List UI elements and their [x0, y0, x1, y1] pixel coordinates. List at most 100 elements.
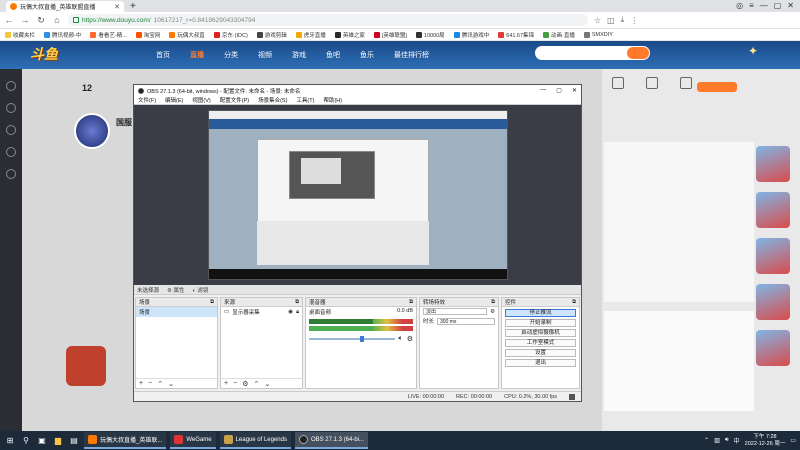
browser-tab[interactable]: 玩偶大叔直播_英雄联盟直播 ✕	[6, 1, 124, 12]
gear-icon[interactable]: ⚙	[407, 335, 413, 343]
scene-item[interactable]: 场景	[136, 307, 217, 317]
close-tab-icon[interactable]: ✕	[114, 3, 120, 11]
network-icon[interactable]: ▥	[714, 437, 720, 444]
bookmark-item[interactable]: 英雄之家	[334, 31, 365, 39]
gear-icon[interactable]: ⚙	[490, 309, 495, 315]
undock-icon[interactable]: ⧉	[210, 299, 214, 306]
remove-icon[interactable]: −	[233, 380, 237, 387]
settings-button[interactable]: 设置	[505, 349, 576, 357]
ad-banner[interactable]	[756, 238, 790, 274]
url-input[interactable]: https://www.douyu.com/ 10617217_r=0.8419…	[68, 14, 588, 26]
start-virtual-camera-button[interactable]: 启动虚拟摄像机	[505, 329, 576, 337]
maximize-icon[interactable]: ▢	[774, 1, 782, 10]
start-icon[interactable]: ⊞	[4, 435, 16, 447]
tray-chevron-icon[interactable]: ⌃	[704, 437, 709, 444]
close-window-icon[interactable]: ✕	[787, 1, 794, 10]
notification-icon[interactable]: ▭	[790, 437, 796, 444]
bookmark-item[interactable]: 京东·(IDC)	[213, 31, 248, 39]
undock-icon[interactable]: ⧉	[572, 299, 576, 306]
filters-button[interactable]: ◐ 滤镜	[193, 286, 209, 294]
close-icon[interactable]: ✕	[572, 87, 577, 94]
menu-icon[interactable]: ≡	[749, 1, 754, 10]
add-icon[interactable]: +	[139, 380, 143, 387]
tool-icon[interactable]	[612, 77, 624, 89]
menu-edit[interactable]: 编辑(E)	[165, 96, 183, 104]
move-down-icon[interactable]: ⌄	[264, 380, 270, 388]
forward-icon[interactable]: →	[20, 15, 30, 25]
bookmark-item[interactable]: 腾讯视频-中	[44, 31, 81, 39]
taskbar-app-obs[interactable]: OBS 27.1.3 (64-bi...	[294, 432, 368, 449]
nav-item[interactable]: 分类	[224, 50, 238, 60]
fans-button[interactable]	[697, 82, 737, 92]
duration-input[interactable]: 300 ms	[437, 317, 495, 325]
store-icon[interactable]: ▤	[68, 435, 80, 447]
move-down-icon[interactable]: ⌄	[168, 380, 174, 388]
minimize-icon[interactable]: —	[760, 1, 768, 10]
folder-icon[interactable]: ▆	[52, 435, 64, 447]
undock-icon[interactable]: ⧉	[409, 299, 413, 306]
studio-mode-button[interactable]: 工作室模式	[505, 339, 576, 347]
star-icon[interactable]: ☆	[594, 16, 601, 25]
bookmark-item[interactable]: 动画·直播	[543, 31, 575, 39]
volume-slider[interactable]	[309, 336, 395, 342]
settings-icon[interactable]: ⋮	[630, 16, 638, 25]
sidebar-icon[interactable]	[6, 147, 16, 157]
ad-banner[interactable]	[756, 330, 790, 366]
ad-banner[interactable]	[756, 284, 790, 320]
new-tab-icon[interactable]: +	[130, 1, 136, 12]
lock-icon[interactable]: 🔒︎	[296, 309, 299, 316]
bookmark-item[interactable]: 游戏剪辑	[256, 31, 287, 39]
search-icon[interactable]	[627, 47, 649, 59]
source-item[interactable]: ▭ 显示器采集 ◉ 🔒︎	[221, 307, 302, 317]
user-icon[interactable]: ◎	[736, 1, 743, 10]
ad-banner[interactable]	[756, 146, 790, 182]
minimize-icon[interactable]: —	[540, 87, 546, 94]
properties-button[interactable]: ⚙ 属性	[167, 286, 184, 294]
bookmark-item[interactable]: 看看艺-精...	[90, 31, 127, 39]
speaker-icon[interactable]: 🔈︎	[399, 335, 403, 343]
menu-profile[interactable]: 配置文件(P)	[220, 96, 249, 104]
exit-button[interactable]: 退出	[505, 359, 576, 367]
bookmark-item[interactable]: [英雄联盟]	[373, 31, 407, 39]
move-up-icon[interactable]: ⌃	[253, 380, 259, 388]
anchor-avatar[interactable]	[74, 113, 110, 149]
taskbar-app-lol[interactable]: League of Legends	[219, 432, 291, 449]
bookmark-item[interactable]: SMXDIY	[583, 31, 613, 38]
menu-view[interactable]: 视图(V)	[192, 96, 210, 104]
tool-icon[interactable]	[680, 77, 692, 89]
tool-icon[interactable]	[646, 77, 658, 89]
ime-icon[interactable]: 中	[734, 436, 740, 445]
sidebar-icon[interactable]	[6, 81, 16, 91]
nav-item[interactable]: 游戏	[292, 50, 306, 60]
bookmark-item[interactable]: 10000局	[415, 31, 445, 39]
bookmark-item[interactable]: 腾讯游戏中	[453, 31, 489, 39]
clock[interactable]: 下午 7:28 2022-12-26 周一	[745, 434, 786, 448]
transition-select[interactable]: 淡出	[423, 308, 488, 315]
volume-slider-knob[interactable]	[360, 336, 365, 342]
taskbar-app-browser[interactable]: 玩偶大叔直播_英雄联...	[84, 432, 167, 449]
move-up-icon[interactable]: ⌃	[157, 380, 163, 388]
undock-icon[interactable]: ⧉	[295, 299, 299, 306]
menu-file[interactable]: 文件(F)	[138, 96, 156, 104]
visibility-icon[interactable]: ◉	[288, 309, 293, 315]
bookmark-item[interactable]: 641.67集锦	[498, 31, 534, 39]
add-icon[interactable]: +	[224, 380, 228, 387]
sidebar-icon[interactable]	[6, 103, 16, 113]
menu-tools[interactable]: 工具(T)	[296, 96, 314, 104]
nav-item[interactable]: 鱼吧	[326, 50, 340, 60]
nav-item[interactable]: 首页	[156, 50, 170, 60]
nav-item[interactable]: 视频	[258, 50, 272, 60]
reload-icon[interactable]: ↻	[36, 15, 46, 26]
taskbar-app-wegame[interactable]: WeGame	[170, 432, 216, 449]
task-view-icon[interactable]: ▣	[36, 435, 48, 447]
remove-icon[interactable]: −	[148, 380, 152, 387]
bookmark-item[interactable]: 淘宝网	[135, 31, 160, 39]
nav-item[interactable]: 直播	[190, 50, 204, 60]
menu-help[interactable]: 帮助(H)	[323, 96, 342, 104]
bookmark-item[interactable]: 玩偶大叔直	[169, 31, 205, 39]
douyu-search-input[interactable]	[535, 46, 650, 60]
maximize-icon[interactable]: ▢	[556, 87, 562, 94]
ad-banner[interactable]	[756, 192, 790, 228]
nav-item[interactable]: 鱼乐	[360, 50, 374, 60]
gift-sticker[interactable]	[66, 346, 106, 386]
